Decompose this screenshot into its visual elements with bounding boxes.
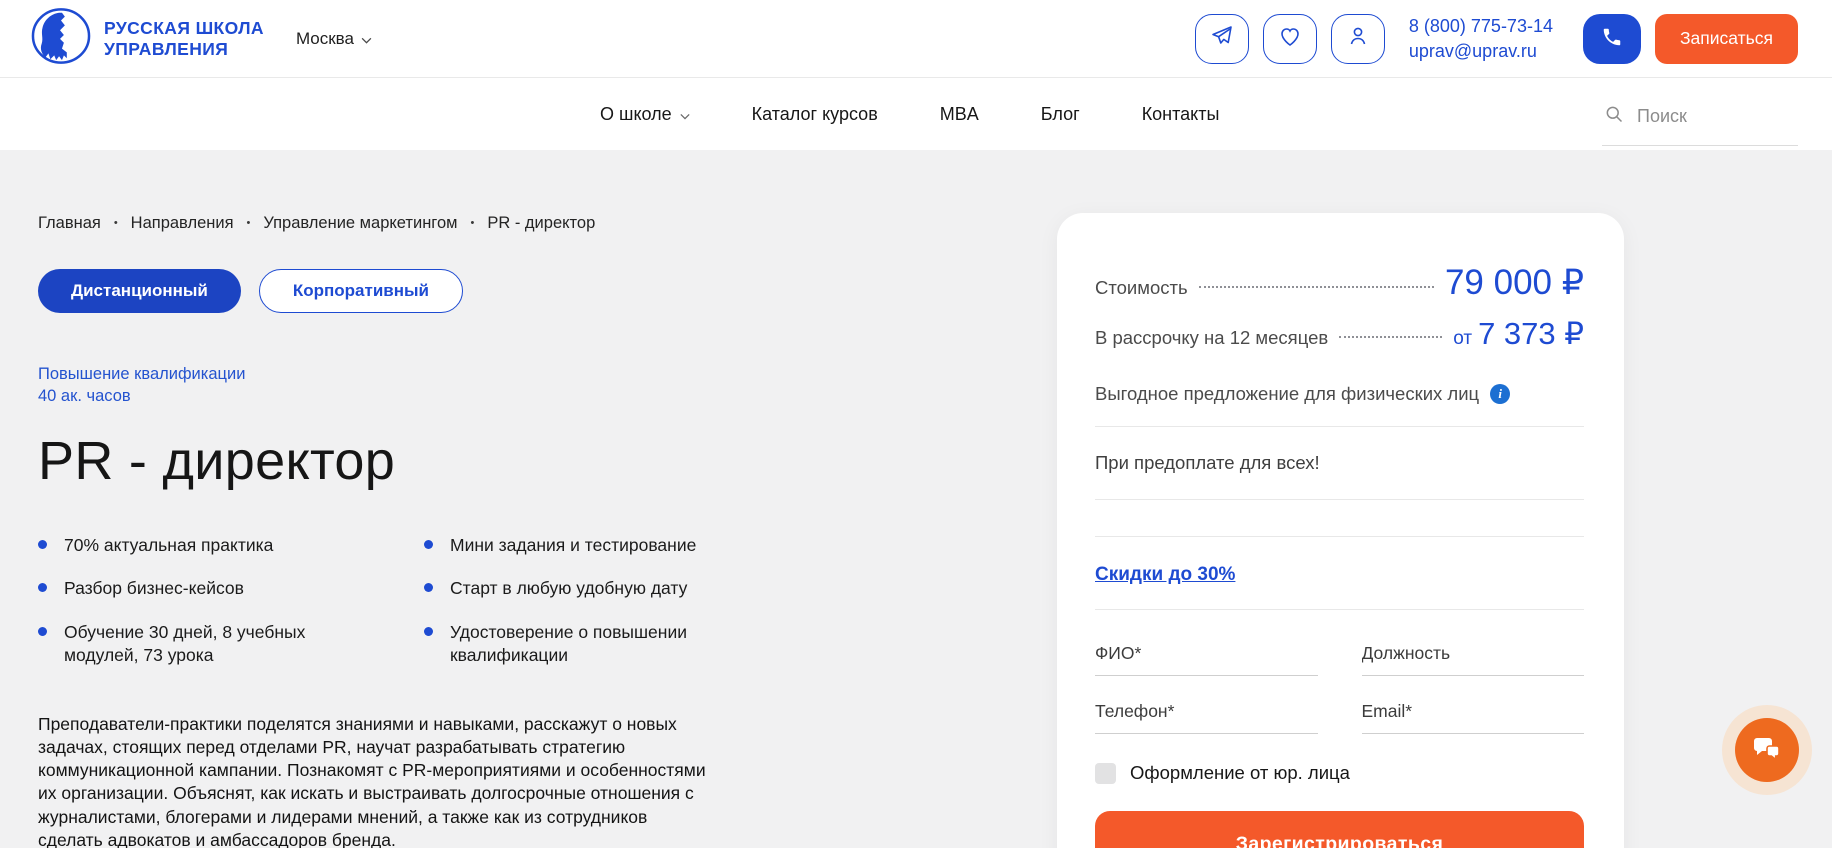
breadcrumb-current: PR - директор [457, 214, 595, 233]
nav-item-mba[interactable]: MBA [940, 104, 979, 125]
contact-block: 8 (800) 775-73-14 uprav@uprav.ru [1409, 14, 1553, 63]
bullet-icon [424, 627, 433, 636]
breadcrumb-home[interactable]: Главная [38, 214, 101, 233]
dotted-leader [1339, 336, 1442, 338]
feature-item: Удостоверение о повышении квалификации [424, 621, 746, 667]
divider [1095, 609, 1584, 610]
installment-prefix: от [1453, 328, 1472, 349]
user-icon [1346, 24, 1370, 53]
chat-widget [1722, 705, 1812, 795]
email-field[interactable] [1362, 697, 1585, 734]
register-button[interactable]: Зарегистрироваться [1095, 811, 1584, 848]
tag-corporate[interactable]: Корпоративный [259, 269, 463, 313]
bullet-icon [38, 540, 47, 549]
legal-entity-checkbox-row[interactable]: Оформление от юр. лица [1095, 762, 1584, 784]
main-navigation: О школе Каталог курсов MBA Блог Контакты [0, 77, 1832, 150]
checkbox-icon[interactable] [1095, 763, 1116, 784]
chat-button[interactable] [1735, 718, 1799, 782]
lion-logo-icon [30, 7, 92, 70]
feature-item: Мини задания и тестирование [424, 534, 746, 557]
send-icon [1210, 24, 1234, 53]
header: РУССКАЯ ШКОЛА УПРАВЛЕНИЯ Москва 8 (800) … [0, 0, 1832, 77]
registration-form [1095, 639, 1584, 734]
installment-value: 7 373 ₽ [1478, 316, 1584, 351]
telegram-button[interactable] [1195, 14, 1249, 64]
phone-field[interactable] [1095, 697, 1318, 734]
city-label: Москва [296, 29, 354, 49]
breadcrumb-directions[interactable]: Направления [101, 214, 234, 233]
heart-icon [1278, 24, 1302, 53]
favorites-button[interactable] [1263, 14, 1317, 64]
feature-item: 70% актуальная практика [38, 534, 360, 557]
search-icon [1604, 104, 1624, 129]
nav-item-about[interactable]: О школе [600, 104, 690, 125]
dotted-leader [1199, 286, 1434, 288]
checkbox-label: Оформление от юр. лица [1130, 762, 1350, 784]
feature-item: Старт в любую удобную дату [424, 577, 746, 600]
email-link[interactable]: uprav@uprav.ru [1409, 39, 1553, 63]
search-box[interactable] [1602, 104, 1798, 146]
nav-item-label: О школе [600, 104, 672, 125]
nav-item-blog[interactable]: Блог [1041, 104, 1080, 125]
breadcrumb-marketing[interactable]: Управление маркетингом [234, 214, 458, 233]
main-content: Главная Направления Управление маркетинг… [0, 150, 1832, 848]
price-row: Стоимость 79 000 ₽ [1095, 263, 1584, 303]
signup-button[interactable]: Записаться [1655, 14, 1798, 64]
price-label: Стоимость [1095, 277, 1188, 299]
position-field[interactable] [1362, 639, 1585, 676]
chevron-down-icon [361, 29, 372, 49]
info-icon[interactable]: i [1490, 384, 1510, 404]
divider [1095, 426, 1584, 427]
feature-item: Обучение 30 дней, 8 учебных модулей, 73 … [38, 621, 360, 667]
price-value: 79 000 ₽ [1445, 263, 1584, 303]
course-description: Преподаватели-практики поделятся знаниям… [38, 713, 712, 848]
bullet-icon [38, 583, 47, 592]
brand-name: РУССКАЯ ШКОЛА УПРАВЛЕНИЯ [104, 18, 264, 58]
logo[interactable]: РУССКАЯ ШКОЛА УПРАВЛЕНИЯ [30, 7, 264, 70]
nav-item-catalog[interactable]: Каталог курсов [752, 104, 878, 125]
divider [1095, 536, 1584, 537]
call-button[interactable] [1583, 14, 1641, 64]
phone-number[interactable]: 8 (800) 775-73-14 [1409, 14, 1553, 38]
phone-icon [1601, 26, 1623, 51]
installment-row: В рассрочку на 12 месяцев от 7 373 ₽ [1095, 316, 1584, 352]
installment-label: В рассрочку на 12 месяцев [1095, 327, 1328, 349]
feature-item: Разбор бизнес-кейсов [38, 577, 360, 600]
chat-icon [1751, 733, 1783, 768]
city-selector[interactable]: Москва [296, 29, 372, 49]
price-card: Стоимость 79 000 ₽ В рассрочку на 12 мес… [1057, 213, 1624, 848]
prepay-note: При предоплате для всех! [1095, 452, 1584, 474]
bullet-icon [424, 540, 433, 549]
full-name-field[interactable] [1095, 639, 1318, 676]
discount-link[interactable]: Скидки до 30% [1095, 564, 1235, 586]
account-button[interactable] [1331, 14, 1385, 64]
bullet-icon [38, 627, 47, 636]
nav-item-contacts[interactable]: Контакты [1142, 104, 1220, 125]
offer-row: Выгодное предложение для физических лиц … [1095, 383, 1584, 405]
divider [1095, 499, 1584, 500]
bullet-icon [424, 583, 433, 592]
search-input[interactable] [1637, 106, 1767, 127]
chevron-down-icon [680, 104, 690, 125]
tag-distance[interactable]: Дистанционный [38, 269, 241, 313]
offer-note: Выгодное предложение для физических лиц [1095, 383, 1479, 405]
